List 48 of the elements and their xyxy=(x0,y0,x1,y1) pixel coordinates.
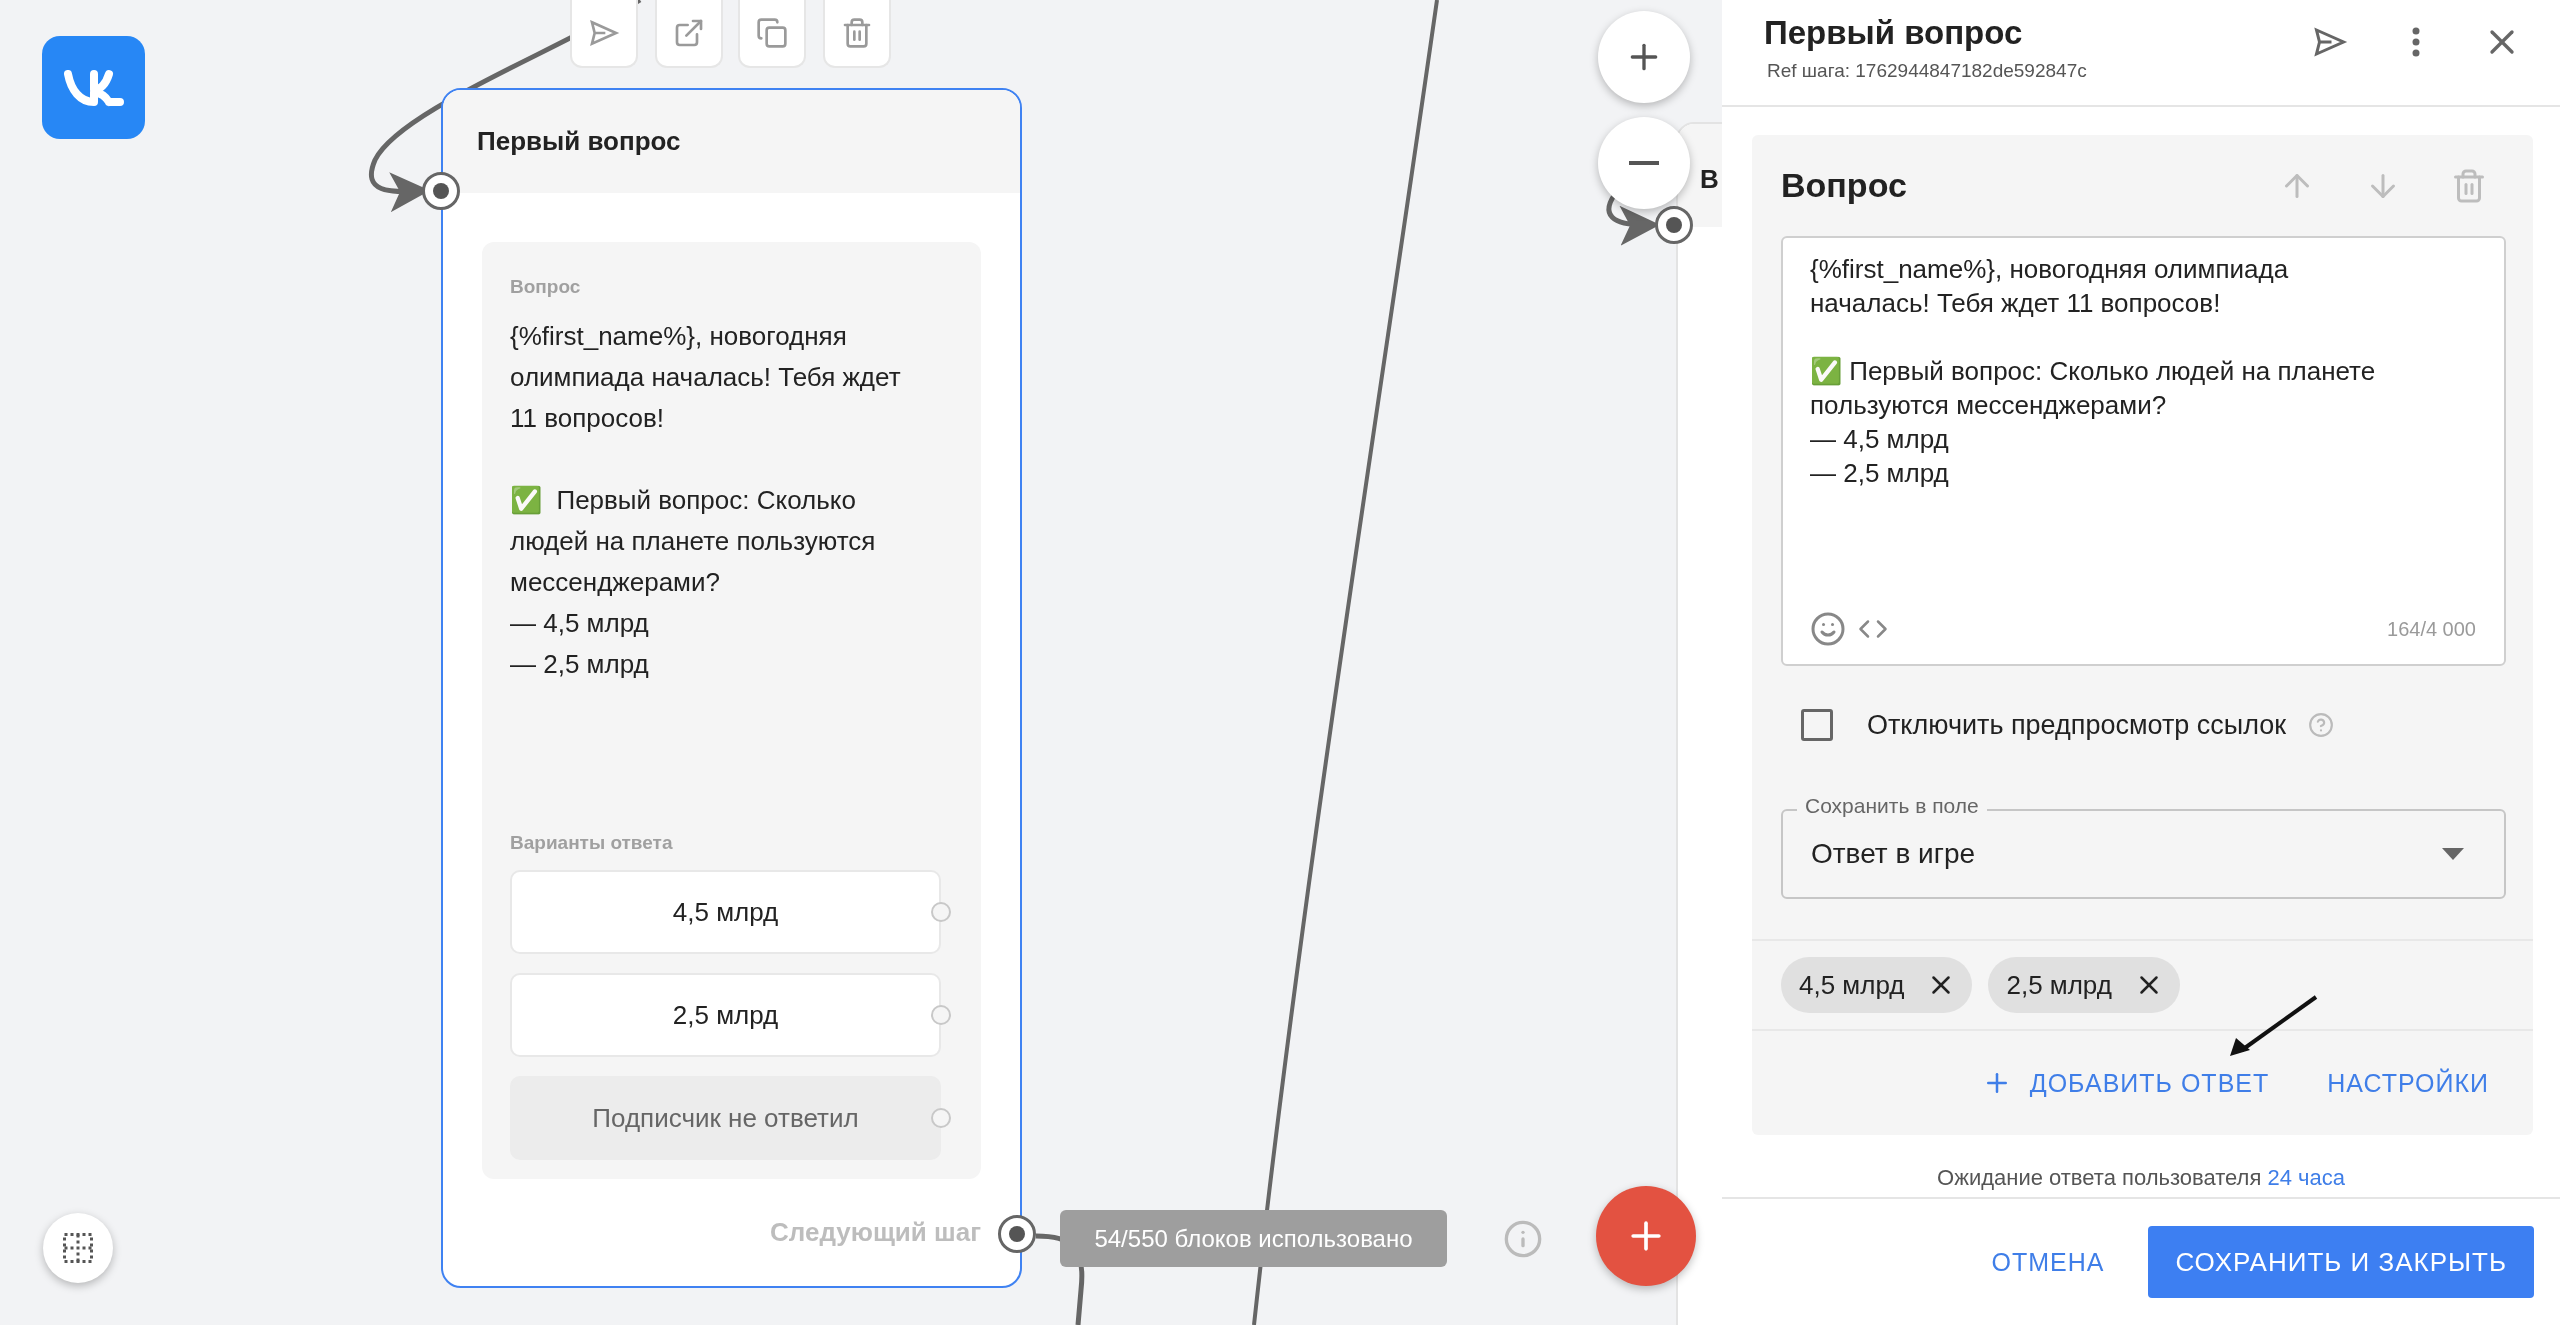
input-port[interactable] xyxy=(1655,206,1693,244)
section-title: Вопрос xyxy=(1781,166,1908,205)
checkbox[interactable] xyxy=(1801,709,1833,741)
emoji-icon[interactable] xyxy=(1810,611,1846,647)
send-icon xyxy=(2312,24,2348,60)
node-title: Первый вопрос xyxy=(477,126,681,157)
checkbox-label: Отключить предпросмотр ссылок xyxy=(1867,709,2287,741)
options-label: Варианты ответа xyxy=(510,832,674,854)
question-text: {%first_name%}, новогодняя олимпиада началась! Тебя ждет 11 вопросов! ✅ Первый вопрос: Сколько людей на планете пользуются мессенджерами? — 4,5 млрд — 2,5 млрд xyxy=(510,320,902,681)
zoom-in-button[interactable] xyxy=(1598,11,1690,103)
answer-option[interactable]: 2,5 млрд xyxy=(510,973,941,1057)
send-button[interactable] xyxy=(570,0,638,68)
open-button[interactable] xyxy=(655,0,723,68)
send-icon xyxy=(588,17,620,49)
zoom-out-button[interactable] xyxy=(1598,117,1690,209)
more-icon xyxy=(2412,27,2420,57)
node-title: В xyxy=(1700,164,1719,194)
copy-button[interactable] xyxy=(738,0,806,68)
settings-button[interactable]: НАСТРОЙКИ xyxy=(2327,1068,2489,1098)
wait-text: Ожидание ответа пользователя 24 часа xyxy=(1936,1165,2346,1192)
chip-label: 2,5 млрд xyxy=(2006,969,2112,1001)
trash-icon xyxy=(841,17,873,49)
message-field[interactable]: {%first_name%}, новогодняя олимпиада началась! Тебя ждет 11 вопросов! ✅ Первый вопрос: Сколько людей на планете пользуются мессенджерами? — 4,5 млрд — 2,5 млрд 164/4 000 xyxy=(1781,236,2506,666)
wait-time-link[interactable]: 24 часа xyxy=(2267,1165,2345,1190)
step-node[interactable]: В xyxy=(1676,122,1722,1325)
usage-badge: 54/550 блоков использовано xyxy=(1060,1210,1447,1267)
add-answer-button[interactable]: ДОБАВИТЬ ОТВЕТ xyxy=(1981,1068,2270,1098)
grid-icon xyxy=(60,1230,96,1266)
question-node[interactable] xyxy=(441,88,1022,1288)
minus-icon xyxy=(1629,161,1659,165)
character-counter: 164/4 000 xyxy=(2387,617,2476,642)
save-close-button[interactable]: СОХРАНИТЬ И ЗАКРЫТЬ xyxy=(2148,1226,2534,1298)
question-label: Вопрос xyxy=(510,276,582,298)
panel-title: Первый вопрос xyxy=(1764,14,2024,52)
copy-icon xyxy=(756,17,788,49)
answer-option[interactable]: 4,5 млрд xyxy=(510,870,941,954)
external-link-icon xyxy=(673,17,705,49)
fit-view-button[interactable] xyxy=(43,1213,113,1283)
input-port[interactable] xyxy=(422,172,460,210)
delete-button[interactable] xyxy=(823,0,891,68)
add-step-button[interactable] xyxy=(1596,1186,1696,1286)
chip-label: 4,5 млрд xyxy=(1799,969,1905,1001)
ref-text: Ref шага: 1762944847182de592847c xyxy=(1767,60,2088,82)
caret-icon xyxy=(2442,848,2464,860)
output-port[interactable] xyxy=(998,1215,1036,1253)
trash-icon xyxy=(2451,167,2487,204)
cancel-button[interactable]: ОТМЕНА xyxy=(1991,1247,2105,1277)
next-step-label: Следующий шаг xyxy=(770,1217,981,1248)
